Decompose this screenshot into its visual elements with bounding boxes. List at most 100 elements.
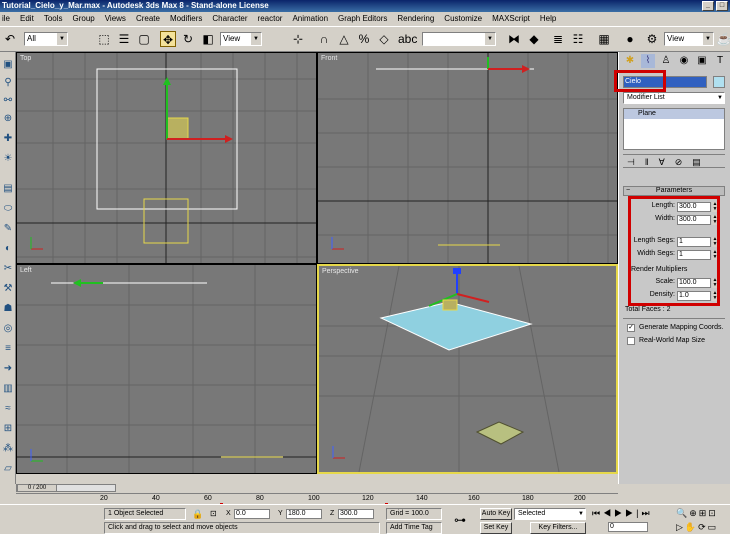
grid-icon[interactable]: ⊞ (1, 422, 15, 436)
viewport-top[interactable]: Top (16, 52, 317, 264)
y-coordinate-input[interactable]: 180.0 (286, 509, 322, 519)
schematic-view-icon[interactable]: ▦ (596, 31, 612, 47)
object-color-swatch[interactable] (713, 76, 725, 88)
modifier-stack[interactable]: Plane (623, 108, 725, 150)
hierarchy-icon[interactable]: ✚ (1, 132, 15, 146)
edit-named-selection-icon[interactable]: abc (398, 31, 417, 47)
viewport-front[interactable]: Front (317, 52, 618, 264)
minimize-button[interactable]: _ (702, 1, 714, 11)
menu-character[interactable]: Character (212, 12, 247, 26)
modifier-list-dropdown[interactable]: Modifier List ▼ (623, 92, 725, 104)
key-filters-button[interactable]: Key Filters... (530, 522, 586, 534)
add-time-tag[interactable]: Add Time Tag (386, 522, 442, 534)
remove-modifier-icon[interactable]: ⊘ (675, 157, 693, 167)
menu-help[interactable]: Help (540, 12, 556, 26)
particle-icon[interactable]: ⁂ (1, 442, 15, 456)
wrench-icon[interactable]: ✂ (1, 262, 15, 276)
select-object-icon[interactable]: ⬚ (96, 31, 112, 47)
snapshot-icon[interactable]: ▣ (1, 58, 15, 72)
create-tab-icon[interactable]: ✱ (623, 54, 637, 68)
unlink-icon[interactable]: ⚯ (1, 94, 15, 108)
rectangular-selection-icon[interactable]: ▢ (136, 31, 152, 47)
menu-create[interactable]: Create (136, 12, 160, 26)
angle-snap-icon[interactable]: △ (336, 31, 352, 47)
make-unique-icon[interactable]: ∀ (659, 157, 675, 167)
material-editor-icon[interactable]: ● (622, 31, 638, 47)
sphere-icon[interactable]: ◐ (1, 242, 15, 256)
auto-key-button[interactable]: Auto Key (480, 508, 512, 520)
display-tab-icon[interactable]: ▣ (695, 54, 709, 68)
cube-icon[interactable]: ▥ (1, 382, 15, 396)
key-mode-dropdown[interactable]: Selected ▼ (514, 508, 586, 520)
list-icon[interactable]: ≡ (1, 342, 15, 356)
box-icon[interactable]: ▤ (1, 182, 15, 196)
snap-icon[interactable]: ∩ (316, 31, 332, 47)
stack-item-plane[interactable]: Plane (624, 109, 724, 119)
utilities-tab-icon[interactable]: T (713, 54, 727, 68)
menu-reactor[interactable]: reactor (258, 12, 283, 26)
motion-tab-icon[interactable]: ◉ (677, 54, 691, 68)
time-slider-thumb[interactable]: 0 / 200 (17, 484, 57, 492)
z-coordinate-input[interactable]: 300.0 (338, 509, 374, 519)
reference-coord-dropdown[interactable]: View ▼ (220, 32, 262, 46)
hammer-icon[interactable]: ⚒ (1, 282, 15, 296)
hierarchy-tab-icon[interactable]: ♙ (659, 54, 673, 68)
x-coordinate-input[interactable]: 0.0 (234, 509, 270, 519)
menu-maxscript[interactable]: MAXScript (492, 12, 530, 26)
pivot-icon[interactable]: ⊹ (290, 31, 306, 47)
absolute-mode-icon[interactable]: ⊡ (210, 509, 217, 518)
generate-mapping-checkbox[interactable]: ✓ (627, 324, 635, 332)
teapot-icon[interactable]: ☗ (1, 302, 15, 316)
menu-group[interactable]: Group (73, 12, 95, 26)
select-by-name-icon[interactable]: ☰ (116, 31, 132, 47)
menu-edit[interactable]: Edit (20, 12, 34, 26)
bind-icon[interactable]: ⊕ (1, 112, 15, 126)
navigation-controls[interactable]: 🔍⊕⊞⊡ (676, 508, 718, 519)
menu-tools[interactable]: Tools (44, 12, 63, 26)
menu-graph-editors[interactable]: Graph Editors (338, 12, 387, 26)
key-icon[interactable]: ⊶ (454, 513, 466, 527)
modify-tab-icon[interactable]: ⌇ (641, 54, 655, 68)
lock-selection-icon[interactable]: 🔒 (192, 509, 203, 520)
viewport-left[interactable]: Left (16, 264, 317, 474)
show-end-result-icon[interactable]: ‖ (645, 157, 659, 167)
scale-icon[interactable]: ◧ (200, 31, 216, 47)
mirror-icon[interactable]: ⧓ (506, 31, 522, 47)
cylinder-icon[interactable]: ⬭ (1, 202, 15, 216)
set-key-button[interactable]: Set Key (480, 522, 512, 534)
playback-controls[interactable]: ⏮◀▶▶|⏭ (592, 508, 653, 519)
plane-icon[interactable]: ▱ (1, 462, 15, 476)
real-world-map-checkbox[interactable] (627, 337, 635, 345)
curve-editor-icon[interactable]: ☷ (570, 31, 586, 47)
render-scene-icon[interactable]: ⚙ (644, 31, 660, 47)
parameters-rollout-header[interactable]: − Parameters (623, 186, 725, 196)
menu-file[interactable]: ile (2, 12, 10, 26)
wire-icon[interactable]: ≈ (1, 402, 15, 416)
time-slider[interactable]: 0 / 200 (16, 484, 116, 492)
current-frame-input[interactable]: 0 (608, 522, 648, 532)
light-icon[interactable]: ☀ (1, 152, 15, 166)
selection-filter-dropdown[interactable]: All ▼ (24, 32, 68, 46)
link-icon[interactable]: ⚲ (1, 76, 15, 90)
menu-rendering[interactable]: Rendering (397, 12, 434, 26)
torus-icon[interactable]: ◎ (1, 322, 15, 336)
render-type-dropdown[interactable]: View ▼ (664, 32, 714, 46)
named-selection-dropdown[interactable]: ▼ (422, 32, 496, 46)
menu-modifiers[interactable]: Modifiers (170, 12, 202, 26)
spinner-snap-icon[interactable]: ◇ (376, 31, 392, 47)
arrow-icon[interactable]: ➜ (1, 362, 15, 376)
align-icon[interactable]: ◆ (526, 31, 542, 47)
viewport-perspective[interactable]: Perspective (317, 264, 618, 474)
menu-views[interactable]: Views (105, 12, 126, 26)
quick-render-icon[interactable]: ☕ (716, 31, 730, 47)
menu-animation[interactable]: Animation (292, 12, 328, 26)
percent-snap-icon[interactable]: % (356, 31, 372, 47)
maximize-button[interactable]: □ (716, 1, 728, 11)
move-icon[interactable]: ✥ (160, 31, 176, 47)
layer-manager-icon[interactable]: ≣ (550, 31, 566, 47)
pin-stack-icon[interactable]: ⊣ (627, 157, 645, 167)
undo-icon[interactable]: ↶ (2, 31, 18, 47)
navigation-controls-2[interactable]: ▷✋⟳▭ (676, 522, 718, 533)
rotate-icon[interactable]: ↻ (180, 31, 196, 47)
configure-sets-icon[interactable]: ▤ (692, 157, 711, 167)
